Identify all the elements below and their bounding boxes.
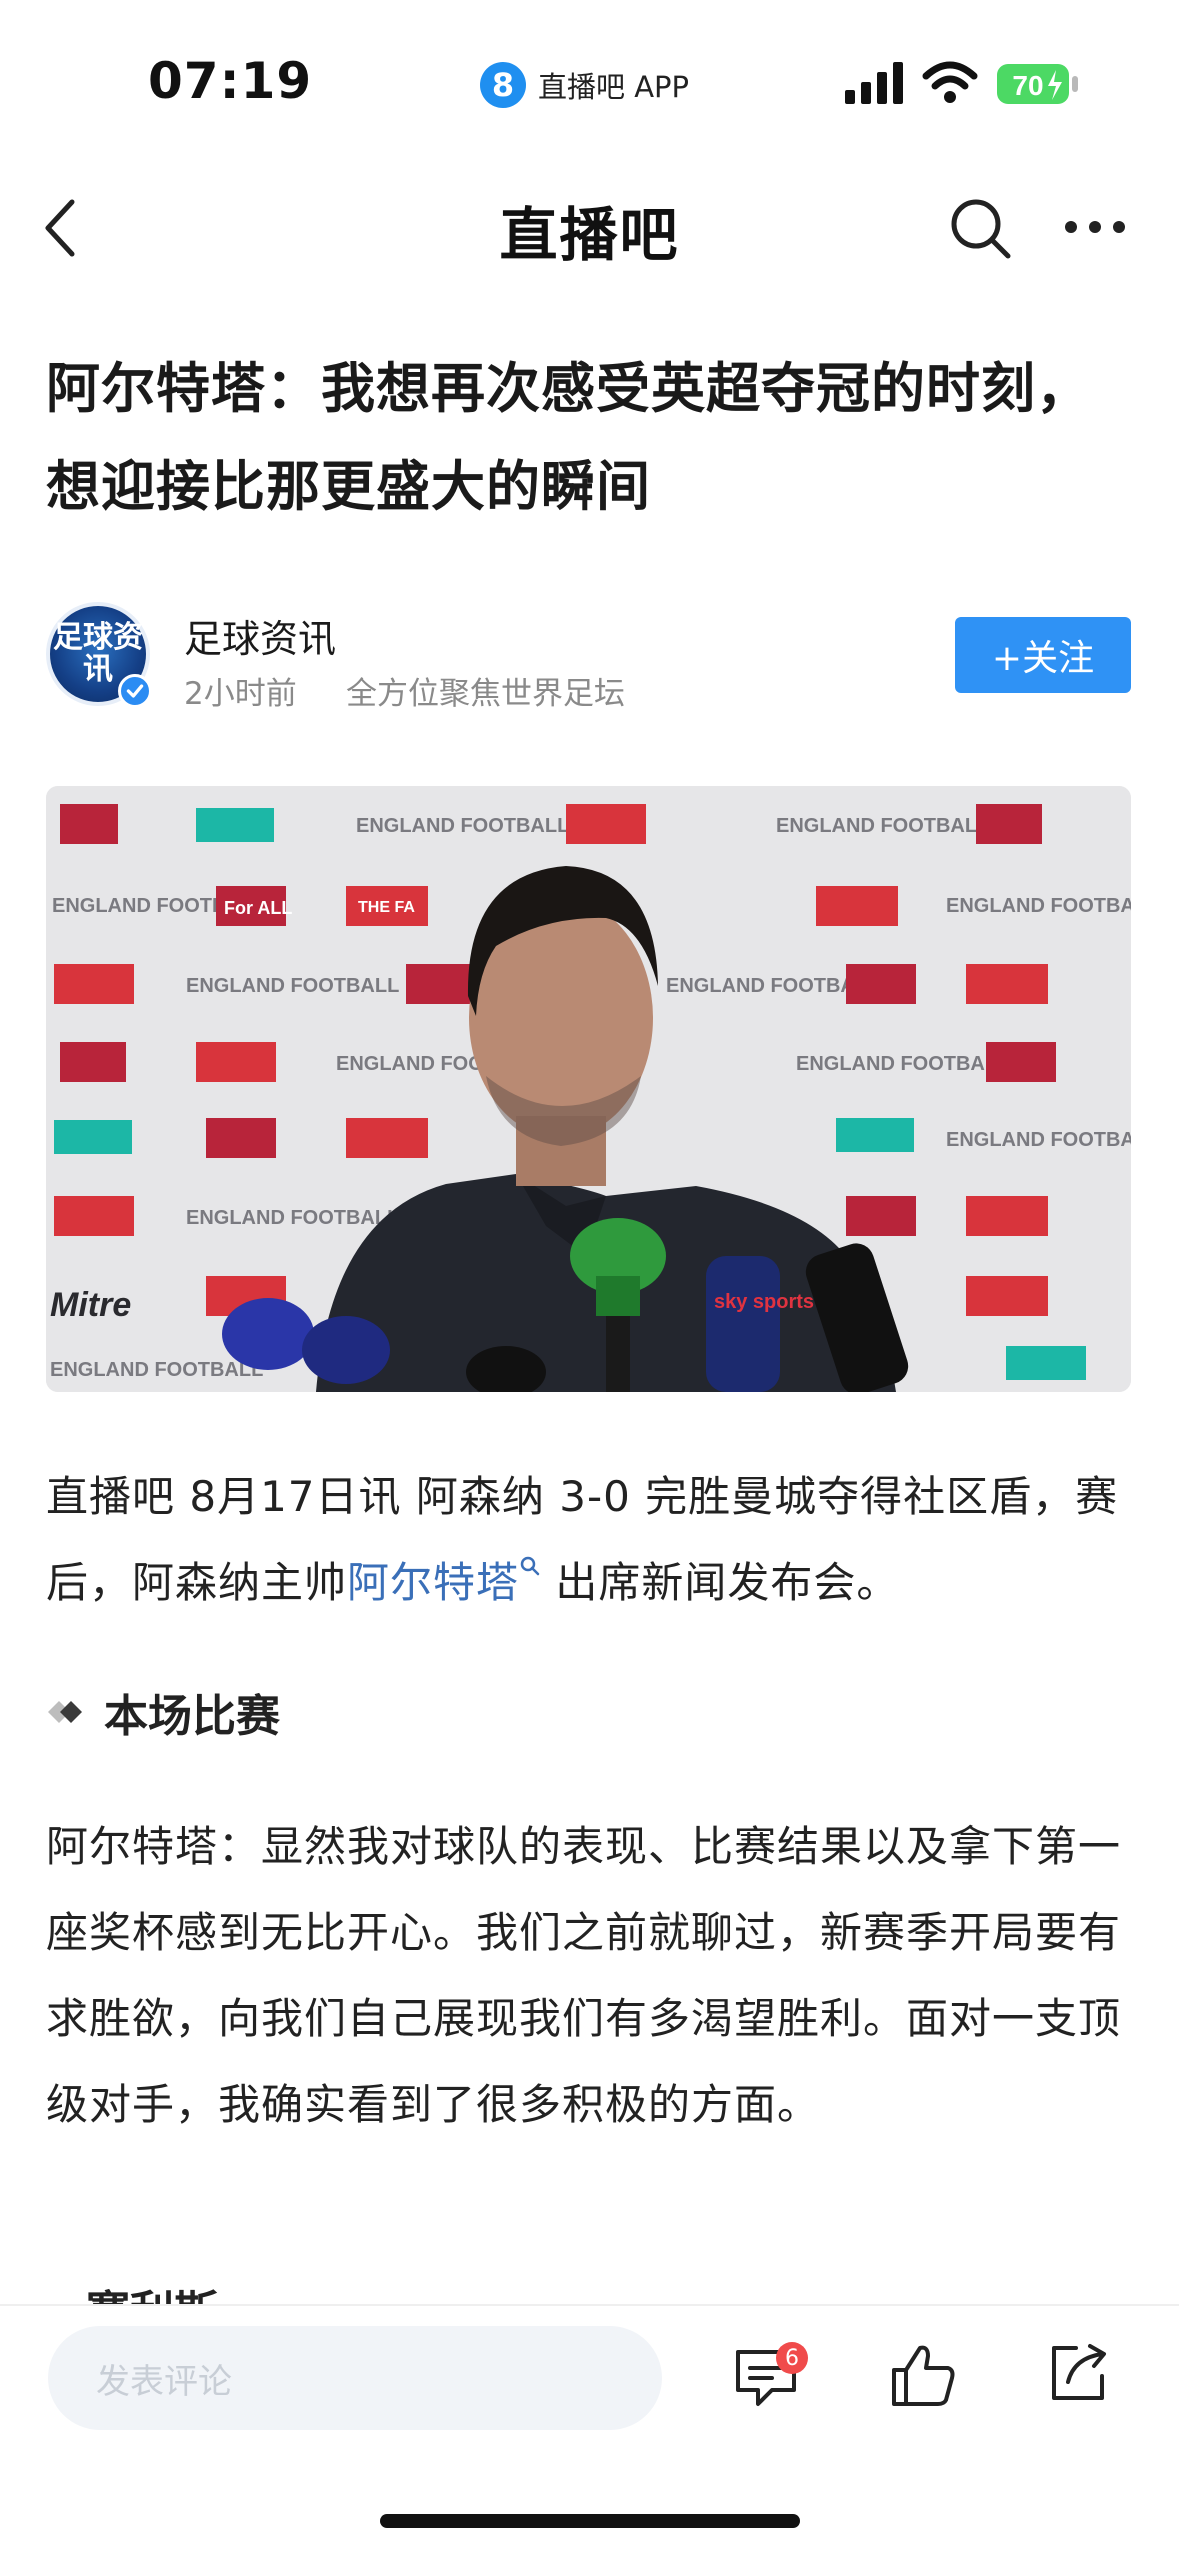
article-headline: 阿尔特塔：我想再次感受英超夺冠的时刻，想迎接比那更盛大的瞬间 — [46, 357, 1091, 518]
status-app-name: 直播吧 APP — [538, 70, 690, 104]
wifi-icon — [922, 61, 978, 103]
author-name[interactable]: 足球资讯 — [184, 608, 336, 663]
svg-text:ENGLAND FOOTBALL: ENGLAND FOOTBALL — [796, 1053, 1009, 1075]
cellular-signal-icon — [845, 62, 903, 104]
backdrop-logo-a: ENGLAND FOOTBALL — [356, 815, 569, 837]
svg-text:ENGLAND FOOTBALL: ENGLAND FOOTBALL — [776, 815, 989, 837]
backdrop-logo-b: For ALL — [224, 898, 292, 918]
section-title: 本场比赛 — [104, 1691, 280, 1742]
follow-button[interactable]: +关注 — [955, 617, 1131, 693]
like-icon[interactable] — [888, 2340, 958, 2410]
svg-text:ENGLAND FOOTBALL: ENGLAND FOOTBALL — [186, 975, 399, 997]
backdrop-logo-c: THE FA — [358, 899, 415, 916]
next-section-heading: 赛利斯 — [46, 2276, 218, 2306]
author-description: 全方位聚焦世界足坛 — [346, 676, 625, 712]
search-link-icon[interactable] — [519, 1555, 541, 1577]
svg-text:ENGLAND FOOTBALL: ENGLAND FOOTBALL — [50, 1359, 263, 1381]
section-diamond-icon — [48, 1701, 82, 1723]
status-app-indicator[interactable]: 8 直播吧 APP — [480, 62, 689, 108]
comment-count-badge: 6 — [776, 2342, 808, 2374]
comment-input[interactable]: 发表评论 — [48, 2326, 662, 2430]
mic-label: sky sports — [714, 1291, 814, 1313]
article-paragraph-2: 阿尔特塔：显然我对球队的表现、比赛结果以及拿下第一座奖杯感到无比开心。我们之前就… — [46, 1822, 1122, 2129]
more-icon[interactable] — [1062, 212, 1128, 242]
press-conference-photo[interactable]: ENGLAND FOOTBALL ENGLAND FOOTBALL ENGLAN… — [46, 786, 1131, 1392]
photo-image: ENGLAND FOOTBALL ENGLAND FOOTBALL ENGLAN… — [46, 786, 1131, 1392]
backdrop-logo-d: Mitre — [50, 1286, 131, 1324]
svg-text:ENGLAND FOOTBALL: ENGLAND FOOTBALL — [946, 1129, 1131, 1151]
home-indicator[interactable] — [380, 2514, 800, 2528]
svg-text:ENGLAND FOOTBALL: ENGLAND FOOTBALL — [186, 1207, 399, 1229]
battery-icon: 70 — [997, 64, 1078, 104]
svg-text:ENGLAND FOOTBALL: ENGLAND FOOTBALL — [946, 895, 1131, 917]
share-icon[interactable] — [1046, 2340, 1110, 2404]
status-time: 07:19 — [148, 52, 313, 110]
app-badge-icon: 8 — [480, 62, 526, 108]
para1-text-b: 出席新闻发布会。 — [541, 1558, 900, 1607]
search-icon[interactable] — [948, 196, 1014, 262]
battery-level: 70 — [1012, 70, 1043, 101]
section-heading: 本场比赛 — [46, 1680, 280, 1744]
article-paragraph-1: 直播吧 8月17日讯 阿森纳 3-0 完胜曼城夺得社区盾，赛后，阿森纳主帅阿尔特… — [46, 1454, 1136, 1626]
post-time: 2小时前 — [184, 676, 297, 712]
verified-icon — [118, 674, 152, 708]
player-link[interactable]: 阿尔特塔 — [347, 1558, 519, 1607]
